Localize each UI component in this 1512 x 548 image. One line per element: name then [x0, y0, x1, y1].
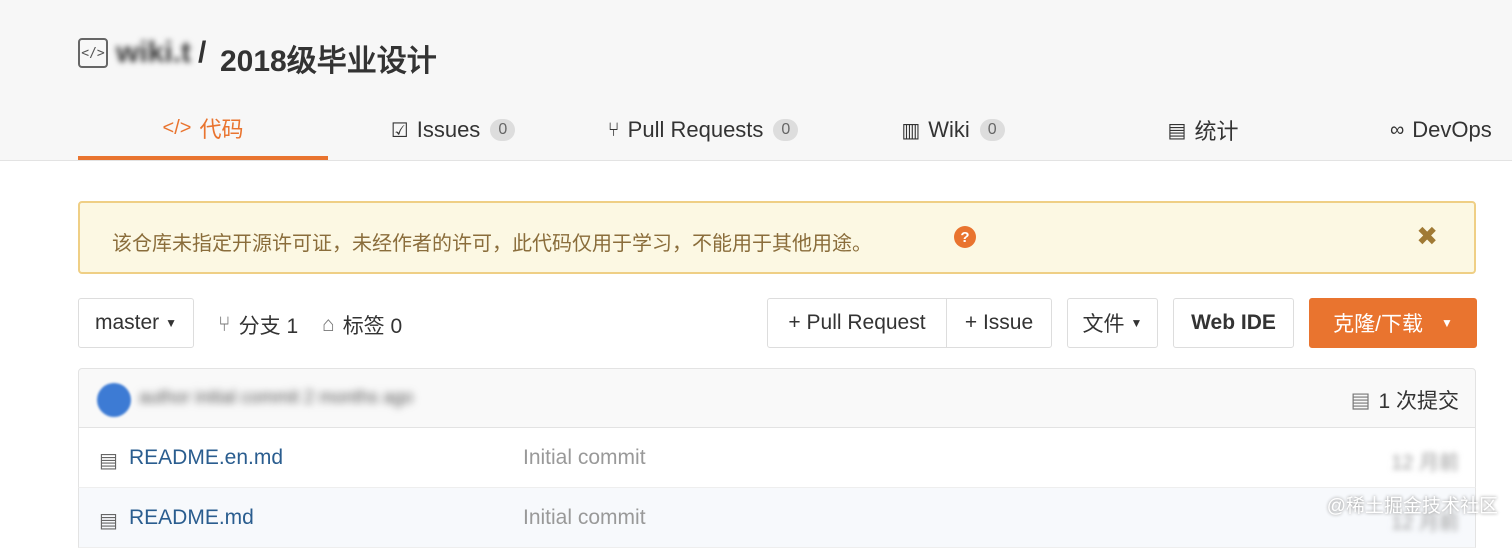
commits-icon: ▤	[1350, 388, 1371, 412]
license-notice: 该仓库未指定开源许可证，未经作者的许可，此代码仅用于学习，不能用于其他用途。 ?…	[78, 201, 1476, 274]
book-icon: ▥	[901, 119, 921, 142]
file-commit-message[interactable]: Initial commit	[523, 446, 646, 470]
file-icon: ▤	[99, 510, 118, 532]
issues-icon: ☑	[390, 119, 409, 142]
file-commit-message[interactable]: Initial commit	[523, 506, 646, 530]
file-name[interactable]: README.en.md	[129, 446, 283, 470]
tab-wiki[interactable]: ▥ Wiki 0	[828, 100, 1078, 160]
close-icon[interactable]: ✖	[1416, 221, 1438, 252]
branches-count: 分支 1	[238, 315, 299, 338]
issues-count-badge: 0	[490, 119, 516, 141]
clone-download-label: 克隆/下载	[1333, 313, 1423, 336]
tab-issues[interactable]: ☑ Issues 0	[328, 100, 578, 160]
caret-down-icon: ▼	[1440, 316, 1453, 330]
pull-request-icon: ⑂	[607, 118, 620, 141]
repo-name[interactable]: 2018级毕业设计	[220, 36, 437, 80]
repo-header: </> wiki.t / 2018级毕业设计 </> 代码 ☑ Issues 0…	[0, 0, 1512, 161]
license-notice-text: 该仓库未指定开源许可证，未经作者的许可，此代码仅用于学习，不能用于其他用途。	[112, 233, 872, 255]
tags-link[interactable]: ⌂ 标签 0	[322, 310, 402, 340]
tags-count: 标签 0	[342, 315, 403, 338]
tag-icon: ⌂	[322, 313, 335, 336]
repo-owner[interactable]: wiki.t	[116, 36, 191, 70]
file-icon: ▤	[99, 450, 118, 472]
tab-pull-requests-label: Pull Requests	[627, 117, 764, 142]
files-dropdown-label: 文件	[1082, 313, 1125, 336]
web-ide-button[interactable]: Web IDE	[1173, 298, 1294, 348]
tab-code-label: 代码	[199, 117, 244, 142]
tab-devops[interactable]: ∞ DevOps	[1328, 100, 1512, 160]
branch-icon: ⑂	[218, 313, 231, 336]
watermark: @稀土掘金技术社区	[1326, 496, 1498, 517]
tab-issues-label: Issues	[416, 117, 481, 142]
tab-devops-label: DevOps	[1412, 117, 1492, 142]
bar-chart-icon: ▤	[1167, 119, 1187, 142]
repo-separator: /	[198, 36, 207, 69]
branches-link[interactable]: ⑂ 分支 1	[218, 310, 298, 340]
latest-commit-bar: author initial commit 2 months ago ▤ 1 次…	[78, 368, 1476, 428]
wiki-count-badge: 0	[979, 119, 1005, 141]
code-icon: </>	[162, 116, 192, 139]
latest-commit-summary[interactable]: author initial commit 2 months ago	[139, 387, 413, 408]
pull-requests-count-badge: 0	[773, 119, 799, 141]
files-dropdown[interactable]: 文件 ▼	[1067, 298, 1158, 348]
infinity-icon: ∞	[1390, 118, 1405, 141]
tab-stats-label: 统计	[1194, 119, 1239, 144]
branch-select[interactable]: master ▼	[78, 298, 194, 348]
caret-down-icon: ▼	[165, 316, 178, 330]
file-commit-time: 12 月前	[1391, 452, 1459, 474]
branch-select-value: master	[94, 311, 160, 334]
code-repo-icon: </>	[78, 38, 108, 68]
new-issue-button[interactable]: + Issue	[946, 298, 1052, 348]
commit-count-link[interactable]: ▤ 1 次提交	[1351, 385, 1459, 415]
commit-count: 1 次提交	[1378, 390, 1459, 413]
clone-download-button[interactable]: 克隆/下载 ▼	[1309, 298, 1477, 348]
avatar[interactable]	[97, 383, 131, 417]
tab-stats[interactable]: ▤ 统计	[1078, 100, 1328, 160]
file-row[interactable]: ▤ README.en.md Initial commit 12 月前	[78, 428, 1476, 488]
tab-code[interactable]: </> 代码	[78, 100, 328, 160]
tab-wiki-label: Wiki	[928, 117, 970, 142]
new-pull-request-button[interactable]: + Pull Request	[767, 298, 947, 348]
file-row[interactable]: ▤ README.md Initial commit 12 月前	[78, 488, 1476, 548]
tab-pull-requests[interactable]: ⑂ Pull Requests 0	[578, 100, 828, 160]
help-icon[interactable]: ?	[954, 226, 976, 248]
file-name[interactable]: README.md	[129, 506, 254, 530]
caret-down-icon: ▼	[1130, 316, 1143, 330]
repo-tabs: </> 代码 ☑ Issues 0 ⑂ Pull Requests 0 ▥ Wi…	[0, 100, 1512, 160]
